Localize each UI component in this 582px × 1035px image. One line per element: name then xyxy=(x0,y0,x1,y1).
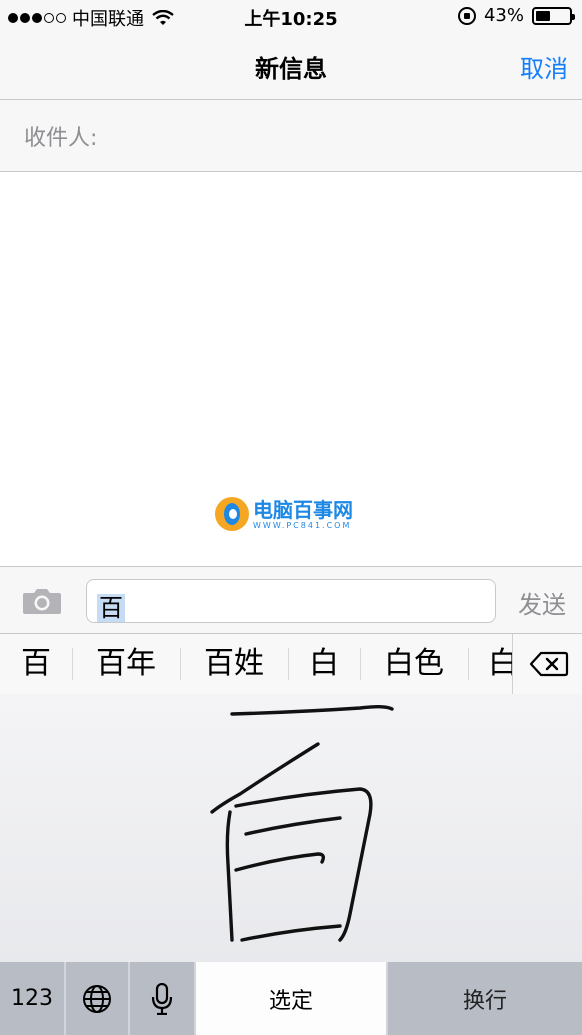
confirm-key[interactable]: 选定 xyxy=(196,962,386,1035)
globe-icon xyxy=(83,984,111,1013)
battery-icon xyxy=(532,6,575,25)
nav-bar: 新信息 取消 xyxy=(0,34,582,100)
compose-bar: 百 发送 xyxy=(0,566,582,634)
handwriting-pad[interactable] xyxy=(0,694,582,962)
camera-icon[interactable] xyxy=(22,587,62,615)
numbers-key[interactable]: 123 xyxy=(0,962,64,1035)
return-key[interactable]: 换行 xyxy=(388,962,582,1035)
message-input[interactable]: 百 xyxy=(86,579,496,623)
send-button[interactable]: 发送 xyxy=(518,585,566,620)
candidate-item[interactable]: 白色 xyxy=(360,634,468,694)
candidate-item[interactable]: 白 xyxy=(288,634,360,694)
battery-fill xyxy=(536,10,550,21)
watermark-url: WWW.PC841.COM xyxy=(253,520,352,530)
recipient-field[interactable]: 收件人: xyxy=(0,100,582,172)
candidate-item[interactable]: 百姓 xyxy=(180,634,288,694)
candidate-item[interactable]: 百 xyxy=(0,634,72,694)
cancel-button[interactable]: 取消 xyxy=(520,49,568,84)
status-right: 43% xyxy=(457,5,575,26)
globe-key[interactable] xyxy=(66,962,128,1035)
candidate-list: 百 百年 百姓 白 白色 白 xyxy=(0,634,512,694)
recipient-label: 收件人: xyxy=(24,126,98,151)
rotation-lock-icon xyxy=(457,6,476,25)
microphone-key[interactable] xyxy=(130,962,194,1035)
candidate-bar: 百 百年 百姓 白 白色 白 xyxy=(0,634,582,694)
watermark-logo-icon xyxy=(215,497,249,531)
message-thread-area: 电脑百事网 WWW.PC841.COM xyxy=(0,172,582,566)
status-bar: 中国联通 上午10:25 43% xyxy=(0,0,582,34)
candidate-item[interactable]: 白 xyxy=(472,634,512,694)
microphone-icon xyxy=(151,982,173,1015)
message-input-text: 百 xyxy=(97,594,125,622)
backspace-icon xyxy=(529,651,569,677)
watermark-name: 电脑百事网 xyxy=(253,497,353,522)
page-title: 新信息 xyxy=(255,55,327,83)
watermark-logo: 电脑百事网 WWW.PC841.COM xyxy=(215,497,353,531)
candidate-item[interactable]: 百年 xyxy=(72,634,180,694)
handwriting-strokes xyxy=(210,705,394,942)
backspace-button[interactable] xyxy=(512,634,582,694)
battery-percent: 43% xyxy=(483,5,524,26)
keyboard-bottom-row: 123 选定 换行 xyxy=(0,962,582,1035)
